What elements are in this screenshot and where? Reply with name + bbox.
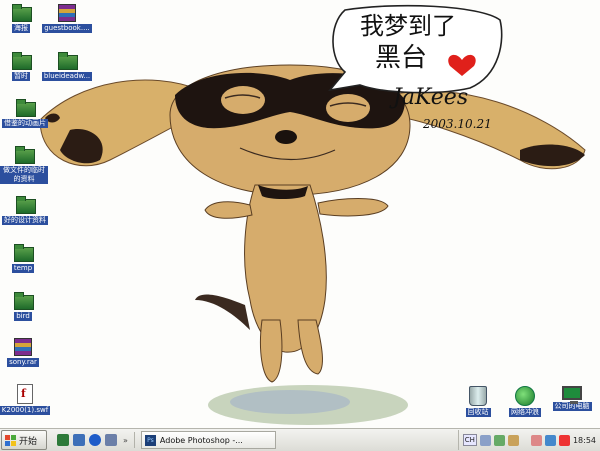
- desktop-icon-k2000-swf[interactable]: K2000(1).swf: [0, 384, 52, 415]
- desktop-icon-internet[interactable]: 网络冲浪: [502, 386, 548, 417]
- icon-label: 海报: [12, 24, 30, 33]
- explorer-icon[interactable]: [105, 434, 117, 446]
- flash-file-icon: [17, 384, 33, 404]
- desktop-icon-temp-docs[interactable]: 做文件的临时的资料: [0, 146, 52, 184]
- icon-label: blueideadw...: [41, 72, 93, 81]
- folder-icon: [11, 52, 32, 70]
- icon-label: 网络冲浪: [509, 408, 541, 417]
- app-launcher-icon[interactable]: [73, 434, 85, 446]
- dog-nose: [275, 130, 297, 144]
- winrar-archive-icon: [58, 4, 76, 22]
- desktop-icon-design[interactable]: 好的设计资料: [0, 196, 52, 225]
- desktop-icon-bird[interactable]: bird: [0, 292, 50, 321]
- windows-flag-icon: [5, 434, 16, 446]
- desktop-icon-temp[interactable]: temp: [0, 244, 50, 273]
- start-label: 开始: [19, 436, 38, 447]
- desktop-icon-guestbook[interactable]: guestbook....: [40, 4, 94, 33]
- monitor-icon: [562, 386, 582, 404]
- photoshop-icon: Ps: [144, 434, 156, 446]
- desktop-icon-my-computer[interactable]: 公司的电脑: [548, 386, 596, 411]
- icon-label: sony.rar: [7, 358, 39, 367]
- folder-icon: [14, 146, 35, 164]
- taskbar-separator: [133, 432, 135, 448]
- quick-launch: [57, 434, 117, 446]
- folder-icon: [15, 99, 36, 117]
- recycle-bin-icon: [469, 386, 487, 406]
- start-button[interactable]: 开始: [1, 430, 47, 450]
- task-button-photoshop[interactable]: Ps Adobe Photoshop -...: [140, 431, 276, 449]
- user-icon[interactable]: [530, 434, 542, 446]
- internet-explorer-icon[interactable]: [89, 434, 101, 446]
- folder-icon: [13, 292, 34, 310]
- task-label: Adobe Photoshop -...: [159, 435, 243, 445]
- folder-icon: [57, 52, 78, 70]
- volume-icon[interactable]: [558, 434, 570, 446]
- help-icon[interactable]: [507, 434, 519, 446]
- signature-text: JaKees: [389, 85, 468, 110]
- quick-launch-chevron-icon[interactable]: »: [123, 436, 128, 445]
- icon-label: 借鉴的动画片: [2, 119, 48, 128]
- icon-label: bird: [14, 312, 32, 321]
- taskbar: 开始 » Ps Adobe Photoshop -... CH 18:54: [0, 428, 600, 451]
- speech-text-1: 我梦到了: [360, 12, 456, 40]
- icon-label: K2000(1).swf: [0, 406, 51, 415]
- clock[interactable]: 18:54: [573, 436, 596, 445]
- speech-text-2: 黑台: [375, 43, 427, 73]
- keyboard-icon[interactable]: [493, 434, 505, 446]
- dog-tail: [195, 294, 250, 330]
- icon-label: guestbook....: [42, 24, 92, 33]
- desktop-icon-recycle-bin[interactable]: 回收站: [456, 386, 500, 417]
- icon-label: 回收站: [465, 408, 491, 417]
- signature-date: 2003.10.21: [422, 117, 492, 131]
- icon-label: 暂时: [12, 72, 30, 81]
- icon-label: 好的设计资料: [2, 216, 48, 225]
- desktop-icon-animation[interactable]: 借鉴的动画片: [0, 99, 52, 128]
- folder-icon: [15, 196, 36, 214]
- desktop-icon-blueidea[interactable]: blueideadw...: [40, 52, 94, 81]
- icon-label: 做文件的临时的资料: [0, 166, 48, 184]
- folder-icon: [13, 244, 34, 262]
- network-icon[interactable]: [544, 434, 556, 446]
- globe-icon: [515, 386, 535, 406]
- printer-icon[interactable]: [479, 434, 491, 446]
- desktop: 我梦到了 黑台 JaKees 2003.10.21 海报 暂时 借鉴的动画片 做…: [0, 0, 600, 428]
- winrar-archive-icon: [14, 338, 32, 356]
- icon-label: temp: [11, 264, 35, 273]
- desktop-icon-sony-rar[interactable]: sony.rar: [0, 338, 50, 367]
- folder-icon: [11, 4, 32, 22]
- language-indicator[interactable]: CH: [462, 434, 477, 446]
- system-tray: CH 18:54: [457, 430, 600, 450]
- show-desktop-icon[interactable]: [57, 434, 69, 446]
